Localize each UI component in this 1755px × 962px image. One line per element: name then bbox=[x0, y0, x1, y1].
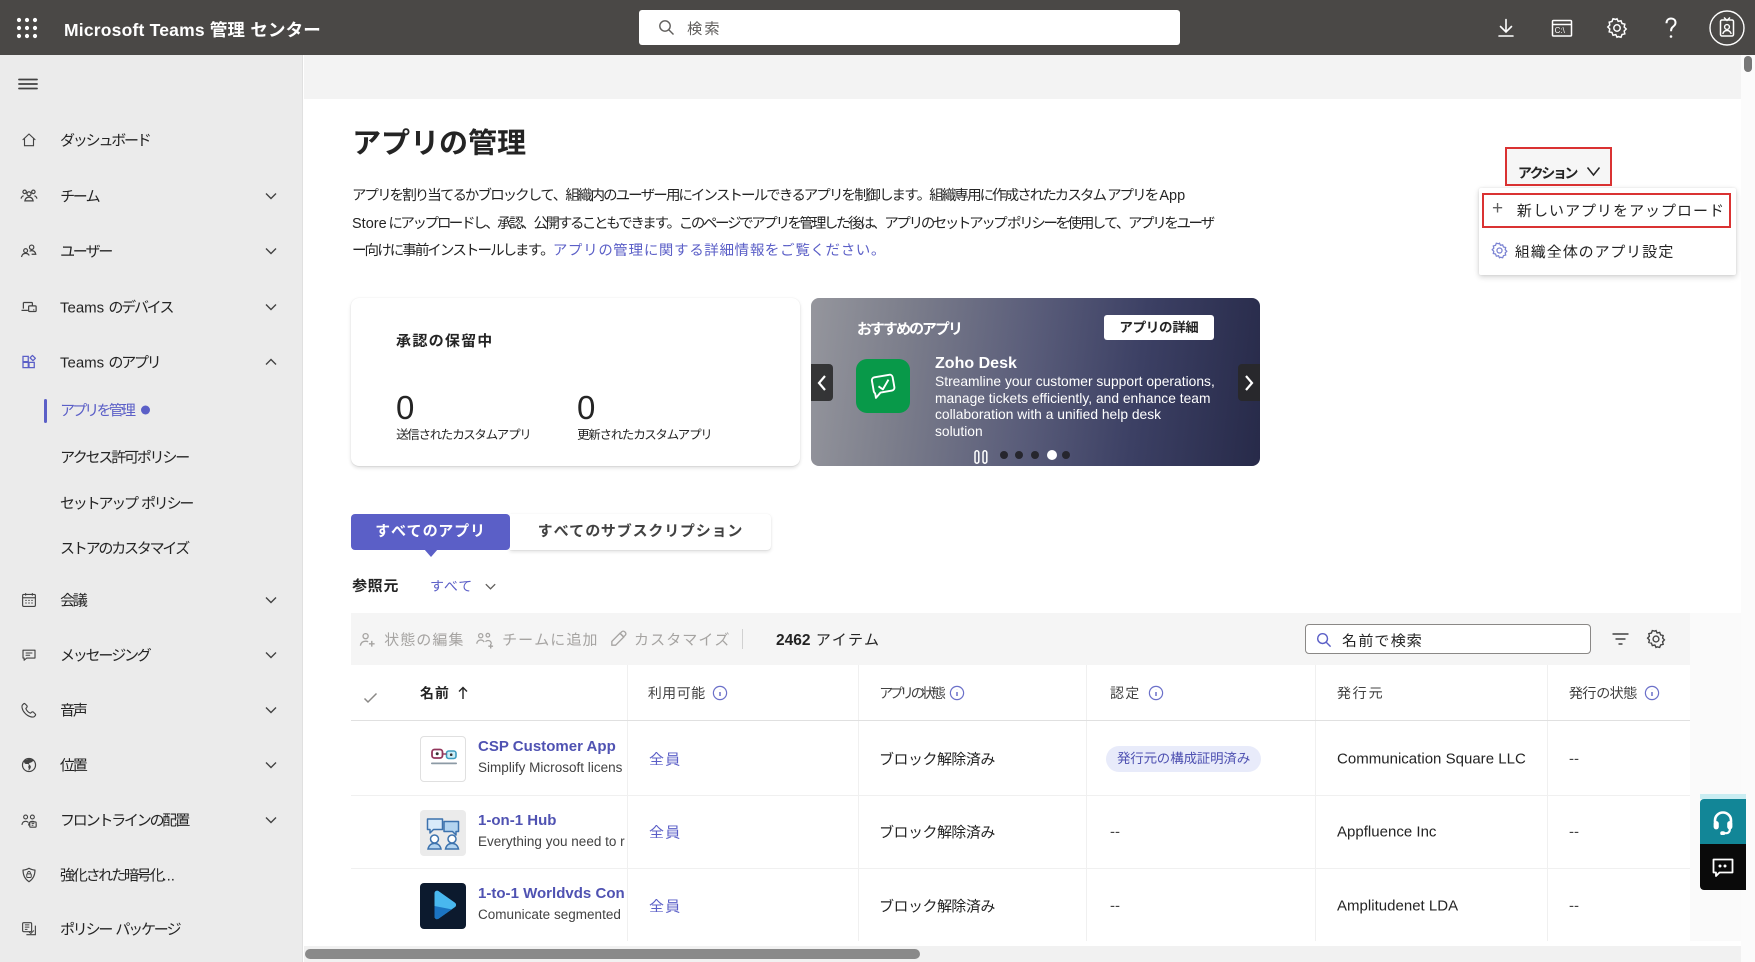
svg-text:C:\: C:\ bbox=[1555, 26, 1566, 35]
